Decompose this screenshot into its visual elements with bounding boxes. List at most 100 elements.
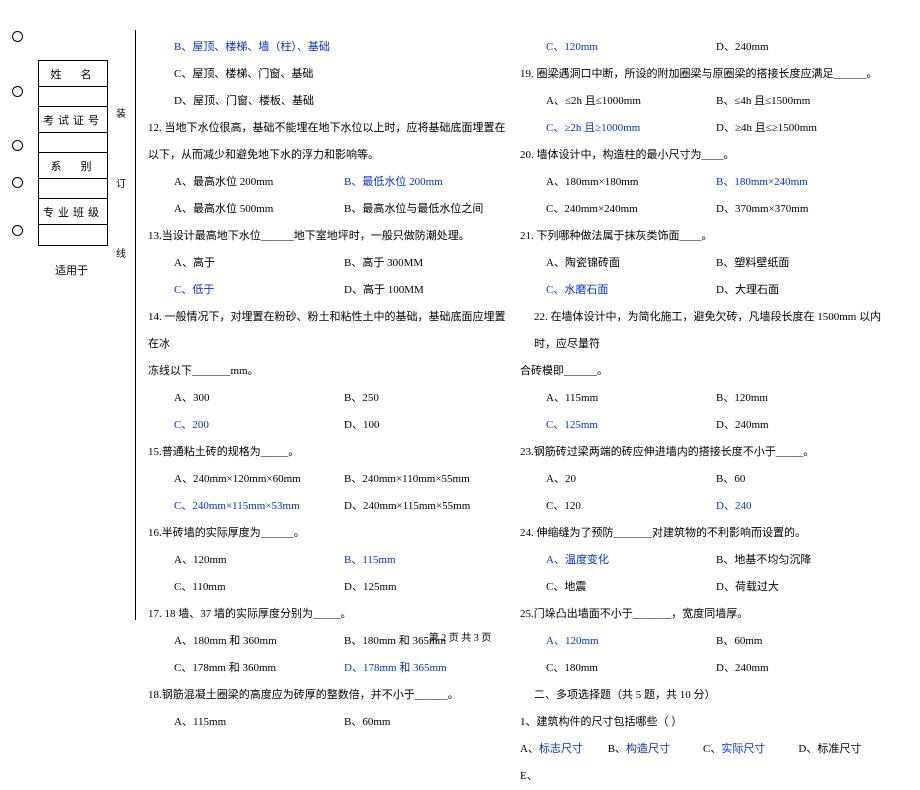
option-a: C、240mm×240mm — [546, 196, 716, 223]
exam-line: 冻线以下_______mm。 — [148, 358, 508, 385]
exam-line: C、178mm 和 360mmD、178mm 和 365mm — [148, 655, 508, 682]
option-b: D、240mm — [716, 655, 769, 682]
exam-line: A、高于B、高于 300MM — [148, 250, 508, 277]
option-a: C、178mm 和 360mm — [174, 655, 344, 682]
info-class-blank — [39, 225, 107, 245]
exam-line: A、≤2h 且≤1000mmB、≤4h 且≤1500mm — [520, 88, 900, 115]
option-b: D、大理石面 — [716, 277, 779, 304]
option-a: C、水磨石面 — [546, 277, 716, 304]
option-b: D、370mm×370mm — [716, 196, 808, 223]
option-a: A、温度变化 — [546, 547, 716, 574]
exam-line: C、110mmD、125mm — [148, 574, 508, 601]
info-dept-label: 系 别 — [39, 153, 107, 179]
punch-hole-icon — [12, 140, 23, 151]
exam-line: A、温度变化B、地基不均匀沉降 — [520, 547, 900, 574]
exam-line: 23.钢筋砖过梁两端的砖应伸进墙内的搭接长度不小于_____。 — [520, 439, 900, 466]
punch-hole-icon — [12, 225, 23, 236]
exam-line: A、120mmB、115mm — [148, 547, 508, 574]
exam-line: C、120D、240 — [520, 493, 900, 520]
option-a: A、300 — [174, 385, 344, 412]
info-exam-blank — [39, 133, 107, 153]
option-a: C、120mm — [546, 34, 716, 61]
exam-line: 13.当设计最高地下水位______地下室地坪时，一般只做防潮处理。 — [148, 223, 508, 250]
option-b: B、60 — [716, 466, 745, 493]
binding-char: 装 — [116, 105, 126, 120]
exam-line: 16.半砖墙的实际厚度为______。 — [148, 520, 508, 547]
option-part: 构造尺寸 — [626, 743, 670, 755]
exam-line: 17. 18 墙、37 墙的实际厚度分别为_____。 — [148, 601, 508, 628]
option-part: 实际尺寸 — [721, 743, 765, 755]
student-info-box: 姓 名 考试证号 系 别 专业班级 — [38, 60, 108, 246]
binding-line — [135, 30, 136, 620]
option-a: A、陶瓷锦砖面 — [546, 250, 716, 277]
exam-line: A、115mmB、60mm — [148, 709, 508, 736]
option-b: B、≤4h 且≤1500mm — [716, 88, 810, 115]
exam-line: C、200D、100 — [148, 412, 508, 439]
option-b: D、荷载过大 — [716, 574, 779, 601]
option-b: B、115mm — [344, 547, 396, 574]
option-part: 标志尺寸 — [539, 743, 583, 755]
info-name-blank — [39, 87, 107, 107]
exam-line: C、240mm×240mmD、370mm×370mm — [520, 196, 900, 223]
exam-line: A、陶瓷锦砖面B、塑料壁纸面 — [520, 250, 900, 277]
option-b: B、60mm — [344, 709, 390, 736]
exam-line: C、低于D、高于 100MM — [148, 277, 508, 304]
option-b: D、100 — [344, 412, 379, 439]
exam-line: C、125mmD、240mm — [520, 412, 900, 439]
info-exam-label: 考试证号 — [39, 107, 107, 133]
exam-line: C、240mm×115mm×53mmD、240mm×115mm×55mm — [148, 493, 508, 520]
option-b: D、240mm — [716, 34, 769, 61]
exam-line: A、20B、60 — [520, 466, 900, 493]
option-b: B、180mm×240mm — [716, 169, 808, 196]
option-a: A、高于 — [174, 250, 344, 277]
option-a: A、≤2h 且≤1000mm — [546, 88, 716, 115]
exam-line: 12. 当地下水位很高，基础不能埋在地下水位以上时，应将基础底面埋置在 — [148, 115, 508, 142]
option-b: D、178mm 和 365mm — [344, 655, 447, 682]
exam-line: A、240mm×120mm×60mmB、240mm×110mm×55mm — [148, 466, 508, 493]
exam-line: 15.普通粘土砖的规格为_____。 — [148, 439, 508, 466]
option-a: C、200 — [174, 412, 344, 439]
exam-line: A、180mm×180mmB、180mm×240mm — [520, 169, 900, 196]
binding-char: 订 — [116, 175, 126, 190]
option-b: D、≥4h 且≤≥1500mm — [716, 115, 817, 142]
option-b: D、高于 100MM — [344, 277, 424, 304]
option-b: B、最低水位 200mm — [344, 169, 443, 196]
option-part: C、 — [670, 743, 721, 755]
exam-line: 二、多项选择题（共 5 题，共 10 分） — [520, 682, 900, 709]
exam-line: C、地震D、荷载过大 — [520, 574, 900, 601]
exam-line: 以下，从而减少和避免地下水的浮力和影响等。 — [148, 142, 508, 169]
option-a: A、最高水位 500mm — [174, 196, 344, 223]
option-a: C、240mm×115mm×53mm — [174, 493, 344, 520]
page-footer: 第 2 页 共 3 页 — [0, 629, 920, 644]
exam-line: A、标志尺寸 B、构造尺寸 C、实际尺寸 D、标准尺寸 E、 — [520, 736, 900, 790]
option-b: B、250 — [344, 385, 379, 412]
exam-line: 14. 一般情况下，对埋置在粉砂、粉土和粘性土中的基础，基础底面应埋置在冰 — [148, 304, 508, 358]
option-b: D、125mm — [344, 574, 397, 601]
exam-line: B、屋顶、楼梯、墙（柱）、基础 — [148, 34, 508, 61]
exam-line: A、115mmB、120mm — [520, 385, 900, 412]
option-part: A、 — [520, 743, 539, 755]
exam-line: A、300B、250 — [148, 385, 508, 412]
info-name-label: 姓 名 — [39, 61, 107, 87]
option-b: B、240mm×110mm×55mm — [344, 466, 470, 493]
option-a: C、110mm — [174, 574, 344, 601]
exam-line: C、屋顶、楼梯、门窗、基础 — [148, 61, 508, 88]
exam-line: 21. 下列哪种做法属于抹灰类饰面____。 — [520, 223, 900, 250]
option-b: D、240mm×115mm×55mm — [344, 493, 470, 520]
punch-hole-icon — [12, 177, 23, 188]
info-class-label: 专业班级 — [39, 199, 107, 225]
exam-line: A、最高水位 500mmB、最高水位与最低水位之间 — [148, 196, 508, 223]
option-b: B、塑料壁纸面 — [716, 250, 789, 277]
exam-line: 合砖模即______。 — [520, 358, 900, 385]
exam-line: D、屋顶、门窗、楼板、基础 — [148, 88, 508, 115]
option-a: A、120mm — [174, 547, 344, 574]
option-b: B、地基不均匀沉降 — [716, 547, 811, 574]
option-a: A、20 — [546, 466, 716, 493]
punch-hole-icon — [12, 31, 23, 42]
option-a: C、地震 — [546, 574, 716, 601]
option-b: D、240mm — [716, 412, 769, 439]
column-right: C、120mmD、240mm19. 圈梁遇洞口中断，所设的附加圈梁与原圈梁的搭接… — [520, 34, 900, 790]
option-b: B、120mm — [716, 385, 768, 412]
exam-line: C、≥2h 且≥1000mmD、≥4h 且≤≥1500mm — [520, 115, 900, 142]
exam-line: C、120mmD、240mm — [520, 34, 900, 61]
